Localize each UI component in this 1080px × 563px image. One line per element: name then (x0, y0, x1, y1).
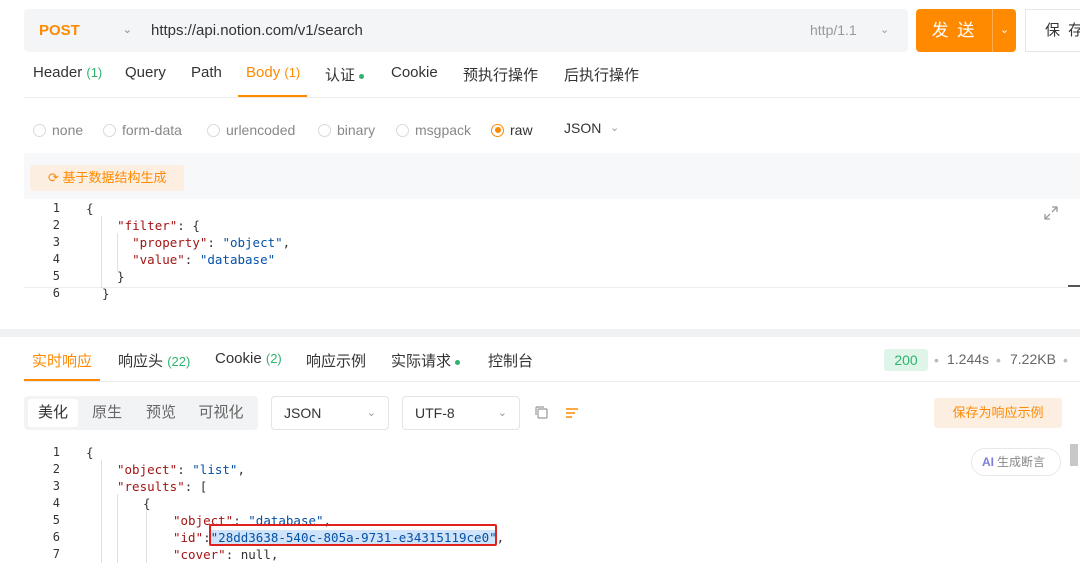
ai-icon: AI (982, 455, 994, 469)
view-mode-visualize[interactable]: 可视化 (190, 396, 252, 430)
scrollbar-thumb[interactable] (1070, 444, 1078, 466)
response-time: 1.244s (947, 351, 990, 367)
code-line: { (86, 445, 94, 460)
code-line: } (102, 286, 110, 301)
separator-dot: • (1063, 352, 1068, 368)
radio-binary[interactable]: binary (318, 120, 375, 140)
method-select[interactable]: POST ⌄ (24, 9, 144, 52)
line-number: 3 (52, 235, 60, 249)
code-line: "value": "database" (132, 252, 276, 267)
tab-actual-request[interactable]: 实际请求 (391, 350, 461, 380)
line-number: 6 (52, 530, 60, 544)
code-line: { (86, 201, 94, 216)
radio-raw[interactable]: raw (491, 120, 533, 140)
tab-header[interactable]: Header (1) (33, 64, 102, 98)
code-line: "cover": null, (173, 547, 279, 562)
tab-response-example[interactable]: 响应示例 (306, 350, 366, 380)
send-dropdown-button[interactable]: ⌄ (992, 9, 1016, 52)
divider (24, 381, 1080, 382)
separator-dot: • (996, 352, 1001, 368)
divider (24, 97, 1080, 98)
line-number: 7 (52, 547, 60, 561)
tab-post-request[interactable]: 后执行操作 (564, 64, 639, 98)
status-dot (455, 359, 461, 365)
chevron-down-icon: ⌄ (366, 407, 376, 419)
code-line: "cover" "filter": { (117, 218, 200, 233)
status-dot (359, 73, 365, 79)
view-mode-pretty[interactable]: 美化 (28, 399, 78, 427)
response-size: 7.22KB (1010, 351, 1056, 367)
code-line: } (102, 269, 125, 284)
cursor-line (24, 287, 1068, 288)
line-number: 2 (52, 462, 60, 476)
code-line: "property": "object", (132, 235, 291, 250)
radio-circle (103, 123, 116, 137)
expand-icon[interactable] (1042, 204, 1060, 222)
line-number: 2 (52, 218, 60, 232)
radio-circle (207, 123, 220, 137)
refresh-icon: ⟳ (48, 170, 59, 185)
chevron-down-icon: ⌄ (999, 24, 1010, 36)
line-number: 1 (52, 201, 60, 215)
code-line: "object": "list", (117, 462, 245, 477)
line-number: 4 (52, 496, 60, 510)
tab-live-response[interactable]: 实时响应 (32, 350, 92, 380)
line-number: 5 (52, 269, 60, 283)
code-line: { (143, 496, 151, 511)
indent-guide (146, 511, 147, 563)
section-divider (0, 329, 1080, 337)
line-number: 4 (52, 252, 60, 266)
scroll-marker (1068, 285, 1080, 287)
chevron-down-icon: ⌄ (880, 24, 890, 36)
save-button[interactable]: 保 存 (1025, 9, 1080, 52)
line-number: 3 (52, 479, 60, 493)
copy-icon[interactable] (533, 404, 551, 422)
tab-pre-request[interactable]: 预执行操作 (463, 64, 538, 98)
http-version-select[interactable]: http/1.1 (810, 9, 857, 52)
radio-none[interactable]: none (33, 120, 83, 140)
send-button[interactable]: 发 送 (916, 9, 992, 52)
tab-response-headers[interactable]: 响应头 (22) (118, 350, 190, 380)
tab-auth[interactable]: 认证 (325, 64, 365, 98)
tab-console[interactable]: 控制台 (488, 350, 533, 380)
format-icon[interactable] (563, 404, 581, 422)
radio-circle (33, 123, 46, 137)
save-as-example-button[interactable]: 保存为响应示例 (934, 398, 1062, 428)
tab-query[interactable]: Query (125, 64, 166, 98)
tab-path[interactable]: Path (191, 64, 222, 98)
chevron-down-icon: ⌄ (122, 24, 132, 36)
radio-form-data[interactable]: form-data (103, 120, 182, 140)
indent-guide (101, 460, 102, 563)
view-mode-preview[interactable]: 预览 (136, 396, 186, 430)
radio-urlencoded[interactable]: urlencoded (207, 120, 295, 140)
radio-msgpack[interactable]: msgpack (396, 120, 471, 140)
tab-response-cookie[interactable]: Cookie (2) (215, 350, 282, 380)
line-number: 5 (52, 513, 60, 527)
generate-assertion-button[interactable]: AI 生成断言 (971, 448, 1061, 476)
response-format-select[interactable]: JSON ⌄ (271, 396, 389, 430)
radio-circle (318, 123, 331, 137)
radio-circle (491, 123, 504, 137)
tab-cookie[interactable]: Cookie (391, 64, 438, 98)
separator-dot: • (934, 352, 939, 368)
chevron-down-icon: ⌄ (610, 122, 620, 134)
tab-body[interactable]: Body (1) (246, 64, 300, 98)
status-badge: 200 (884, 349, 928, 371)
response-encoding-select[interactable]: UTF-8 ⌄ (402, 396, 520, 430)
line-number: 6 (52, 286, 60, 300)
code-line: "results": [ (117, 479, 208, 494)
line-number: 1 (52, 445, 60, 459)
chevron-down-icon: ⌄ (497, 407, 507, 419)
indent-guide (117, 494, 118, 563)
method-label: POST (39, 22, 80, 39)
view-mode-raw[interactable]: 原生 (82, 396, 132, 430)
url-input[interactable]: https://api.notion.com/v1/search (151, 9, 363, 52)
body-format-select[interactable]: JSON (564, 120, 601, 136)
generate-from-schema-button[interactable]: ⟳ 基于数据结构生成 (30, 165, 184, 191)
radio-circle (396, 123, 409, 137)
highlight-annotation-box (209, 524, 497, 546)
